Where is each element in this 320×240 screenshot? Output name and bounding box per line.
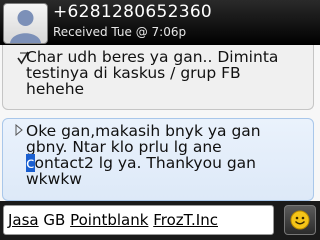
compose-word: Pointblank: [70, 211, 149, 229]
compose-word: GB: [43, 211, 66, 229]
received-message-text: Oke gan,makasih bnyk ya gan gbny. Ntar k…: [26, 123, 307, 187]
compose-bar: Jasa GB Pointblank FrozT.Inc: [0, 201, 320, 240]
sent-message-text: Char udh beres ya gan.. Diminta testinya…: [26, 48, 279, 98]
conversation-header: +6281280652360 Received Tue @ 7:06p: [0, 0, 320, 45]
received-text-part-1: Oke gan,makasih bnyk ya gan gbny. Ntar k…: [26, 122, 261, 156]
compose-word: Jasa: [8, 211, 39, 229]
message-thread[interactable]: Char udh beres ya gan.. Diminta testinya…: [0, 45, 320, 201]
received-message[interactable]: Oke gan,makasih bnyk ya gan gbny. Ntar k…: [2, 118, 314, 201]
received-timestamp: Received Tue @ 7:06p: [53, 25, 187, 39]
contact-number: +6281280652360: [53, 2, 213, 22]
contact-avatar-icon[interactable]: [3, 3, 48, 44]
sent-message[interactable]: Char udh beres ya gan.. Diminta testinya…: [2, 45, 314, 110]
compose-input[interactable]: Jasa GB Pointblank FrozT.Inc: [3, 205, 274, 235]
emoticon-button[interactable]: [284, 205, 316, 235]
received-arrow-icon: [15, 124, 23, 136]
received-text-part-2: ontact2 lg ya. Thankyou gan wkwkw: [26, 154, 257, 188]
compose-word: FrozT.Inc: [153, 211, 218, 229]
smiley-icon: [290, 210, 310, 230]
